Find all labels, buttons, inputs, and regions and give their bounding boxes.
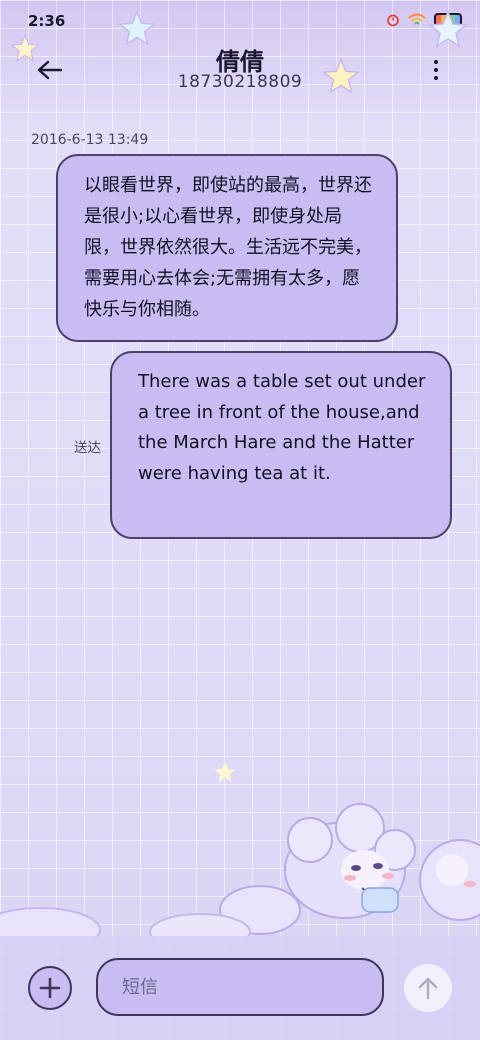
- status-bar: 2:36: [0, 0, 480, 40]
- delivery-status: 送达: [74, 440, 101, 456]
- more-options-button[interactable]: [428, 56, 444, 84]
- message-timestamp: 2016-6-13 13:49: [31, 132, 149, 148]
- wifi-icon: [408, 13, 426, 25]
- alarm-icon: [387, 14, 399, 27]
- add-attachment-button[interactable]: [28, 966, 72, 1010]
- outgoing-message-bubble[interactable]: There was a table set out under a tree i…: [110, 351, 452, 539]
- sheep-illustration: [0, 803, 480, 940]
- star-decoration-icon: [212, 760, 238, 784]
- arrow-up-icon: [418, 977, 438, 1000]
- composer-bar: [0, 936, 480, 1040]
- contact-number: 18730218809: [177, 72, 303, 92]
- more-vertical-icon: [434, 68, 438, 72]
- status-time: 2:36: [28, 12, 66, 30]
- message-text: There was a table set out under a tree i…: [138, 371, 426, 484]
- incoming-message-bubble[interactable]: 以眼看世界，即使站的最高，世界还是很小;以心看世界，即使身处局限，世界依然很大。…: [56, 154, 398, 342]
- message-input[interactable]: [96, 958, 384, 1016]
- more-vertical-icon: [434, 76, 438, 80]
- message-text: 以眼看世界，即使站的最高，世界还是很小;以心看世界，即使身处局限，世界依然很大。…: [84, 175, 372, 320]
- more-vertical-icon: [434, 60, 438, 64]
- plus-icon: [39, 977, 61, 999]
- conversation-header: 倩倩 18730218809: [0, 40, 480, 110]
- send-button[interactable]: [404, 964, 452, 1012]
